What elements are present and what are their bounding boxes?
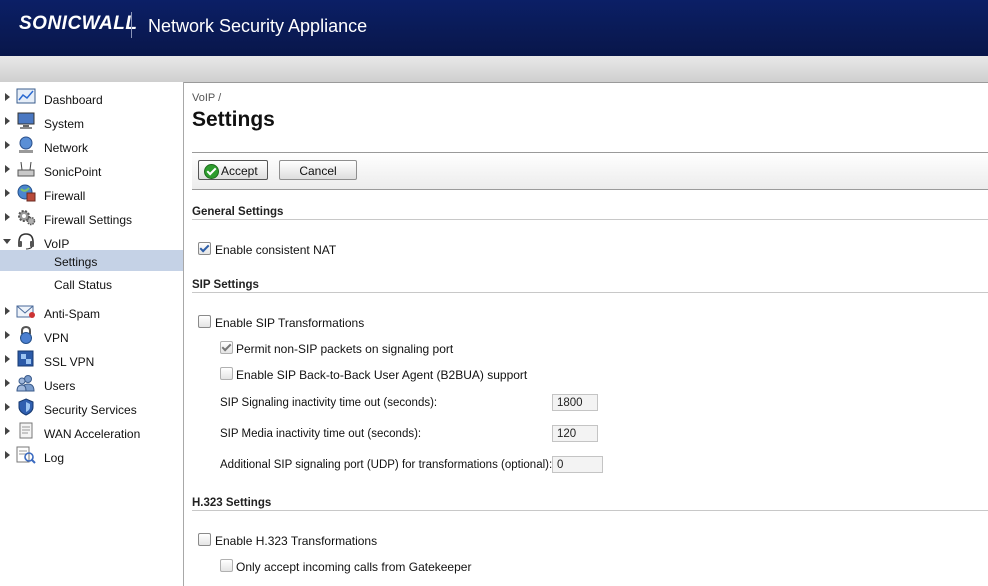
sidebar-item-ssl-vpn[interactable]: SSL VPN [0,348,183,372]
header-divider [131,12,132,38]
sidebar-subitem-call-status[interactable]: Call Status [0,273,183,294]
sidebar-item-anti-spam[interactable]: Anti-Spam [0,300,183,324]
monitor-icon [17,112,35,129]
sidebar-item-wan-acceleration[interactable]: WAN Acceleration [0,420,183,444]
check-circle-icon [204,164,219,179]
expand-arrow-icon[interactable] [5,355,10,363]
expand-arrow-icon[interactable] [5,213,10,221]
access-point-icon [17,161,35,177]
headset-icon [18,233,34,250]
users-icon [16,375,35,392]
sidebar-item-label: WAN Acceleration [44,427,141,441]
b2bua-label: Enable SIP Back-to-Back User Agent (B2BU… [236,368,528,382]
wan-icon [19,422,33,439]
sidebar-item-users[interactable]: Users [0,372,183,396]
sidebar-item-dashboard[interactable]: Dashboard [0,86,183,110]
app-header: SONICWALL Network Security Appliance [0,0,988,56]
consistent-nat-label: Enable consistent NAT [215,243,337,257]
expand-arrow-icon[interactable] [5,331,10,339]
breadcrumb[interactable]: VoIP / [192,92,221,104]
section-divider [192,219,988,220]
shield-icon [18,398,34,416]
section-divider [192,510,988,511]
additional-port-input[interactable] [552,456,603,473]
sidebar-item-label: SSL VPN [44,355,95,369]
sidebar-item-label: System [44,117,85,131]
consistent-nat-checkbox[interactable] [198,242,211,255]
ssl-icon [17,350,34,367]
expand-arrow-icon[interactable] [5,117,10,125]
general-settings-heading: General Settings [192,206,284,218]
expand-arrow-icon[interactable] [5,165,10,173]
sidebar-item-label: Network [44,141,89,155]
sidebar-item-label: Users [44,379,76,393]
sidebar-item-label: SonicPoint [44,165,102,179]
sidebar-item-vpn[interactable]: VPN [0,324,183,348]
expand-arrow-icon[interactable] [5,93,10,101]
sidebar-nav: Dashboard System Network SonicPoint Fire… [0,82,184,586]
sip-settings-heading: SIP Settings [192,279,259,291]
sidebar-item-label: Security Services [44,403,137,417]
sip-transformations-checkbox[interactable] [198,315,211,328]
sidebar-subitem-label: Settings [54,255,98,269]
sidebar-item-firewall[interactable]: Firewall [0,182,183,206]
sidebar-item-label: Dashboard [44,93,103,107]
h323-transformations-label: Enable H.323 Transformations [215,534,378,548]
sidebar-item-firewall-settings[interactable]: Firewall Settings [0,206,183,230]
sidebar-item-log[interactable]: Log [0,444,183,468]
expand-arrow-icon[interactable] [5,403,10,411]
accept-button-label: Accept [221,164,258,178]
sonicwall-logo: SONICWALL [19,13,138,34]
action-toolbar: Accept Cancel [192,152,988,190]
sidebar-item-label: VPN [44,331,69,345]
h323-transformations-checkbox[interactable] [198,533,211,546]
sidebar-item-label: VoIP [44,237,70,251]
permit-non-sip-label: Permit non-SIP packets on signaling port [236,342,454,356]
sidebar-subitem-label: Call Status [54,278,113,292]
collapse-arrow-icon[interactable] [3,239,11,244]
sip-transformations-label: Enable SIP Transformations [215,316,365,330]
b2bua-checkbox[interactable] [220,367,233,380]
signaling-timeout-label: SIP Signaling inactivity time out (secon… [220,397,438,409]
gear-icon [18,210,36,226]
sidebar-subitem-settings[interactable]: Settings [0,250,183,271]
gatekeeper-only-label: Only accept incoming calls from Gatekeep… [236,560,472,574]
app-title: Network Security Appliance [148,16,368,36]
sidebar-item-label: Log [44,451,65,465]
mail-icon [16,305,35,318]
additional-port-label: Additional SIP signaling port (UDP) for … [220,459,553,471]
log-icon [16,446,36,464]
signaling-timeout-input[interactable] [552,394,598,411]
cancel-button[interactable]: Cancel [279,160,357,180]
sidebar-item-system[interactable]: System [0,110,183,134]
main-content: VoIP / Settings Accept Cancel General Se… [184,82,988,586]
sidebar-item-sonicpoint[interactable]: SonicPoint [0,158,183,182]
permit-non-sip-checkbox[interactable] [220,341,233,354]
expand-arrow-icon[interactable] [5,307,10,315]
header-subbar [0,56,988,83]
page-title: Settings [192,108,275,131]
sidebar-item-security-services[interactable]: Security Services [0,396,183,420]
section-divider [192,292,988,293]
sidebar-item-label: Firewall Settings [44,213,133,227]
sidebar-item-label: Anti-Spam [44,307,101,321]
media-timeout-input[interactable] [552,425,598,442]
expand-arrow-icon[interactable] [5,451,10,459]
expand-arrow-icon[interactable] [5,427,10,435]
network-icon [19,136,33,153]
lock-icon [20,326,32,344]
dashboard-icon [16,88,36,104]
expand-arrow-icon[interactable] [5,379,10,387]
gatekeeper-only-checkbox[interactable] [220,559,233,572]
firewall-icon [17,184,36,202]
h323-settings-heading: H.323 Settings [192,497,272,509]
expand-arrow-icon[interactable] [5,141,10,149]
cancel-button-label: Cancel [299,164,337,178]
sidebar-item-label: Firewall [44,189,86,203]
sidebar-item-network[interactable]: Network [0,134,183,158]
expand-arrow-icon[interactable] [5,189,10,197]
media-timeout-label: SIP Media inactivity time out (seconds): [220,428,422,440]
accept-button[interactable]: Accept [198,160,268,180]
